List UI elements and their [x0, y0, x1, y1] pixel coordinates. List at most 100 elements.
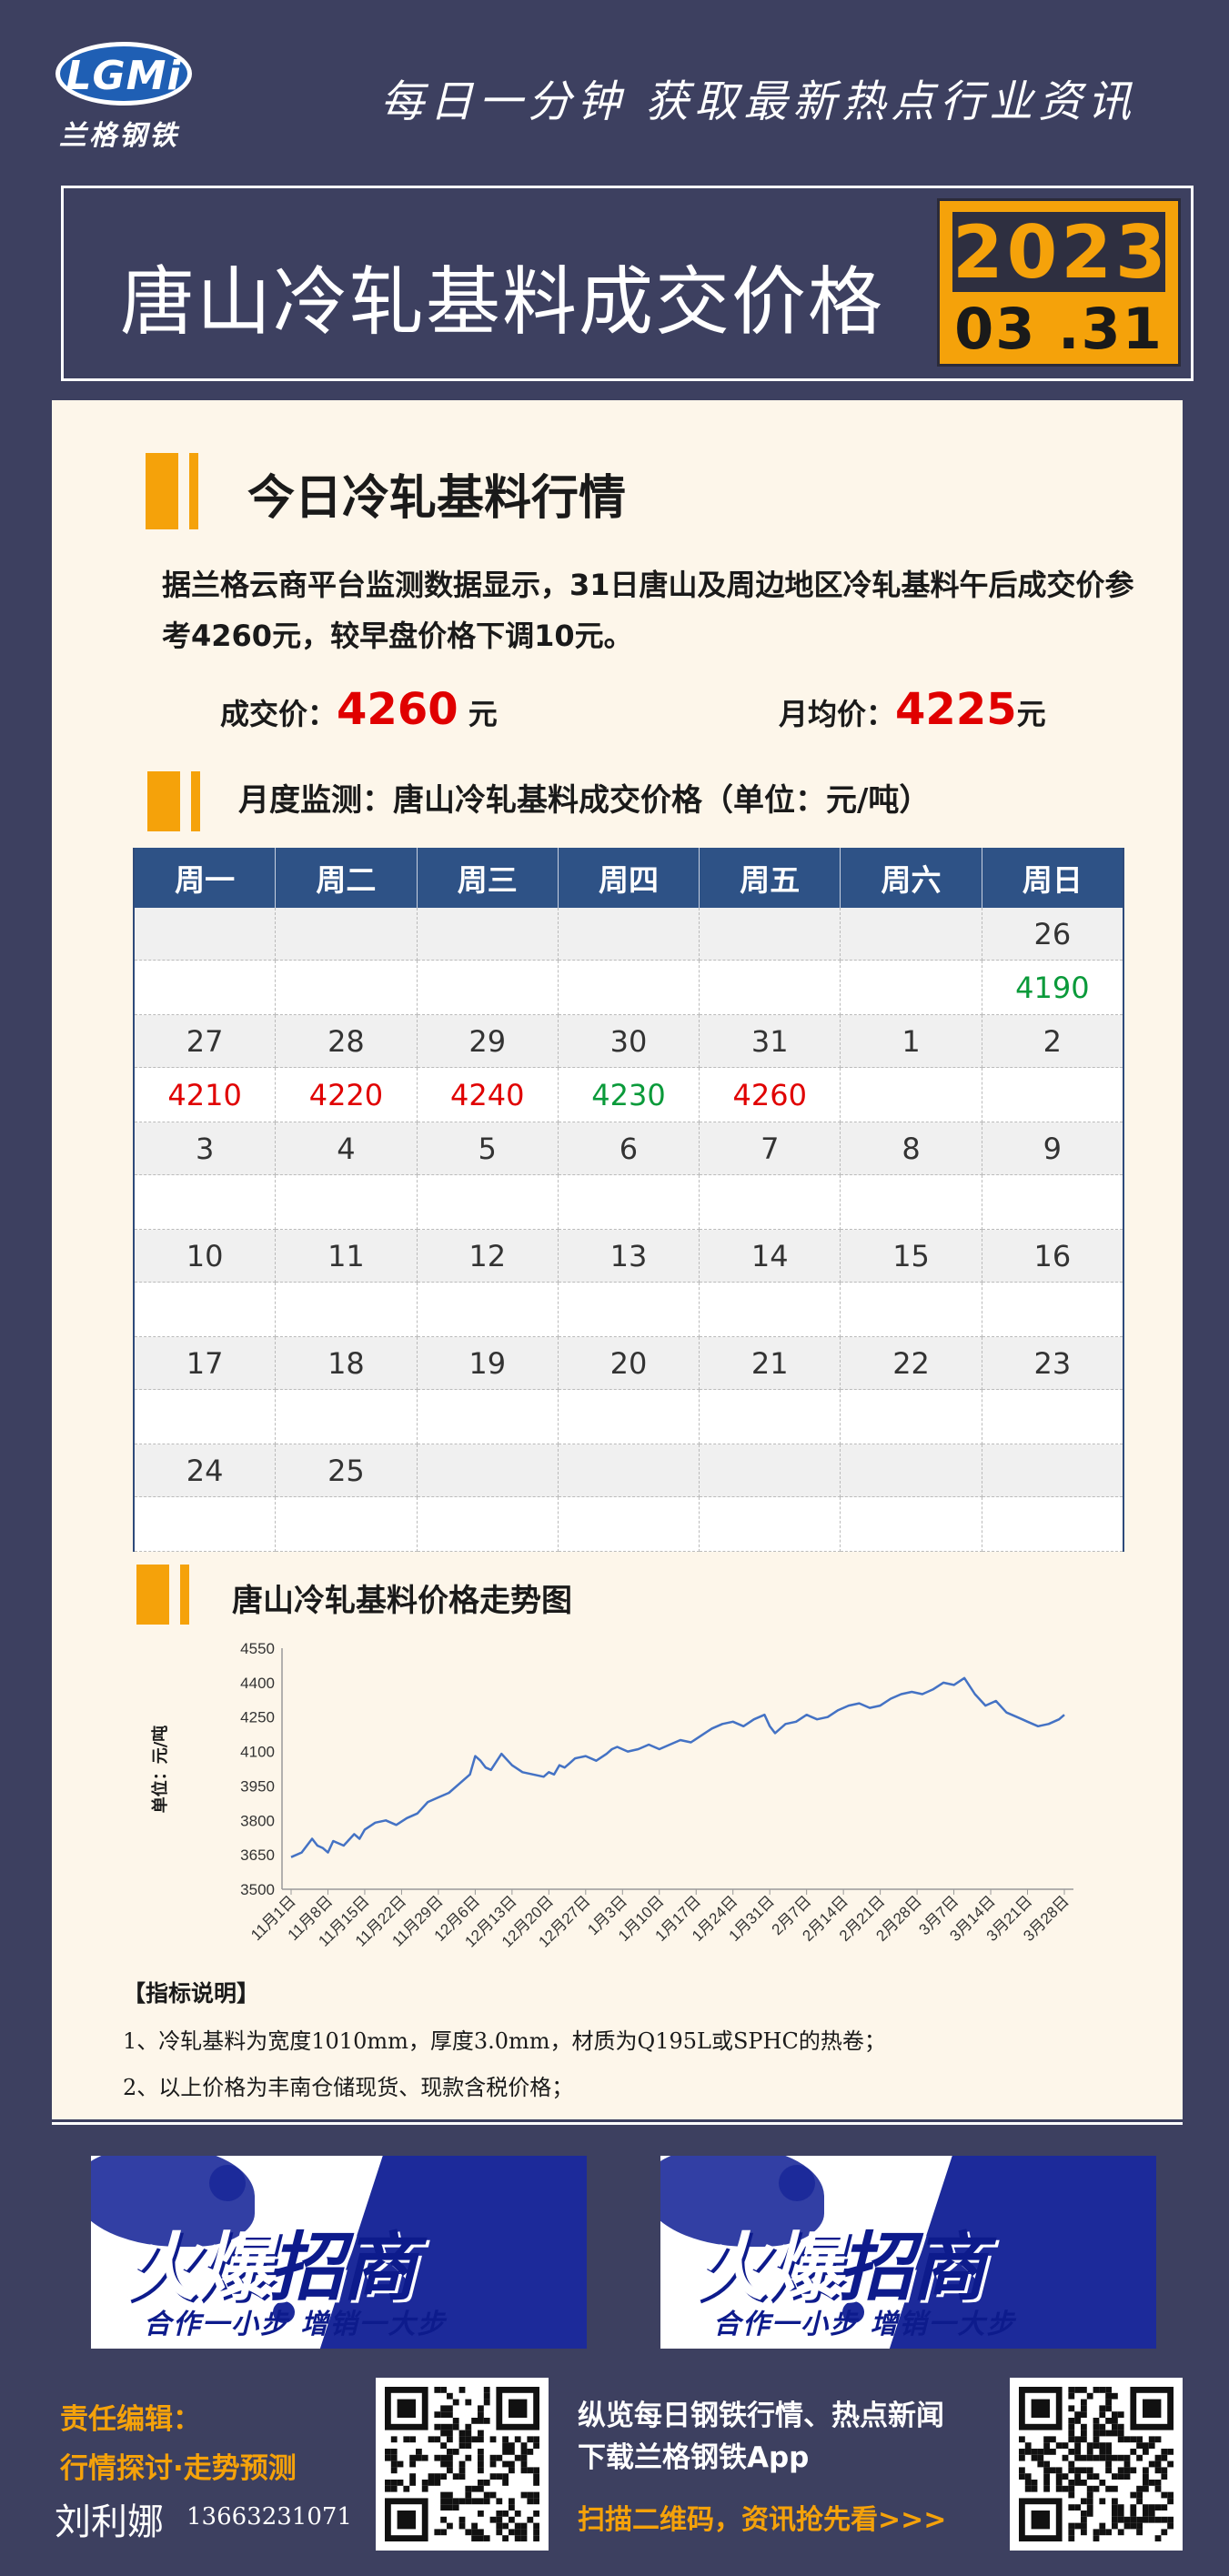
- calendar-date-cell: [700, 908, 841, 961]
- promo-banner-left[interactable]: 火爆招商 合作一小步 增销一大步: [91, 2156, 587, 2349]
- section-marker-icon: [147, 771, 207, 831]
- calendar-date-cell: 4: [276, 1122, 418, 1175]
- summary-paragraph: 据兰格云商平台监测数据显示，31日唐山及周边地区冷轧基料午后成交价参考4260元…: [162, 568, 1134, 653]
- topic-label: 行情探讨·走势预测: [60, 2452, 297, 2485]
- banner-title-a: 火爆: [693, 2225, 841, 2311]
- calendar-price-cell: [417, 961, 559, 1015]
- weekday-header: 周一: [135, 848, 277, 908]
- weekday-header: 周三: [418, 848, 559, 908]
- footer-line-scan: 扫描二维码，资讯抢先看>>>: [578, 2504, 947, 2536]
- calendar-date-cell: 6: [558, 1122, 700, 1175]
- promo-banner-right[interactable]: 火爆招商 合作一小步 增销一大步: [660, 2156, 1156, 2349]
- calendar-date-cell: 29: [417, 1015, 559, 1068]
- calendar-date-cell: 9: [982, 1122, 1123, 1175]
- logo-text: LGMi: [65, 53, 182, 99]
- calendar-price-cell: [417, 1390, 559, 1444]
- deal-price: 成交价：4260 元: [220, 684, 498, 735]
- calendar-date-row: 17 18 19 20 21 22 23: [135, 1337, 1123, 1390]
- calendar-price-row: 4190: [135, 961, 1123, 1015]
- calendar-price-cell: [841, 1283, 982, 1337]
- page-title: 唐山冷轧基料成交价格: [120, 259, 885, 346]
- calendar-price-cell: 4190: [982, 961, 1123, 1015]
- calendar-date-cell: 15: [841, 1230, 982, 1283]
- price-line: [290, 1676, 1065, 1858]
- deal-price-label: 成交价：: [220, 697, 337, 731]
- calendar-price-cell: [982, 1283, 1123, 1337]
- calendar-price-cell: [841, 1390, 982, 1444]
- chart-heading: 唐山冷轧基料价格走势图: [232, 1583, 572, 1619]
- average-price: 月均价：4225元: [779, 684, 1046, 735]
- deal-price-value: 4260: [337, 684, 458, 735]
- calendar-price-cell: [558, 1283, 700, 1337]
- logo-company-name: 兰格钢铁: [59, 120, 179, 152]
- editor-name: 刘利娜: [55, 2501, 164, 2543]
- date-badge: 2023 03 .31: [937, 198, 1181, 367]
- notes-section: 【指标说明】 1、冷轧基料为宽度1010mm，厚度3.0mm，材质为Q195L或…: [123, 1976, 886, 2116]
- summary-heading: 今日冷轧基料行情: [247, 471, 627, 526]
- editor-label: 责任编辑：: [60, 2403, 201, 2436]
- calendar-date-cell: 1: [841, 1015, 982, 1068]
- calendar-date-cell: 31: [700, 1015, 841, 1068]
- price-calendar: 周一 周二 周三 周四 周五 周六 周日 26 4190 27 28 29 30 31 1 2 4210 422…: [133, 848, 1124, 1552]
- weekday-header: 周四: [559, 848, 700, 908]
- calendar-date-row: 24 25: [135, 1444, 1123, 1497]
- weekday-header: 周日: [1022, 862, 1083, 898]
- calendar-price-cell: [417, 1497, 559, 1552]
- calendar-price-cell: [558, 961, 700, 1015]
- calendar-date-cell: [417, 908, 559, 961]
- footer-line-news: 纵览每日钢铁行情、热点新闻: [578, 2400, 944, 2432]
- calendar-date-cell: [700, 1444, 841, 1497]
- banner-title-a: 火爆: [124, 2225, 271, 2311]
- calendar-date-cell: 24: [135, 1444, 277, 1497]
- calendar-date-cell: 30: [558, 1015, 700, 1068]
- banner-title: 火爆招商: [124, 2207, 417, 2315]
- calendar-date-cell: 5: [417, 1122, 559, 1175]
- calendar-date-cell: [558, 1444, 700, 1497]
- calendar-date-cell: 22: [841, 1337, 982, 1390]
- calendar-price-row: [135, 1390, 1123, 1444]
- y-tick-label: 4100: [240, 1744, 275, 1761]
- section-marker-icon: [146, 453, 200, 529]
- calendar-price-cell: [700, 1283, 841, 1337]
- calendar-date-cell: 18: [276, 1337, 418, 1390]
- calendar-price-cell: 4220: [276, 1068, 418, 1122]
- weekday-header: 周二: [276, 848, 418, 908]
- calendar-price-cell: [417, 1175, 559, 1230]
- calendar-date-cell: 27: [135, 1015, 277, 1068]
- banner-title-b: 招商: [839, 2225, 986, 2311]
- calendar-date-cell: 14: [700, 1230, 841, 1283]
- price-trend-chart: 3500365038003950410042504400455011月1日11月…: [150, 1640, 1073, 1951]
- calendar-price-cell: [982, 1068, 1123, 1122]
- calendar-date-cell: 28: [276, 1015, 418, 1068]
- qr-code-icon[interactable]: [376, 2378, 549, 2551]
- section-marker-icon: [136, 1565, 196, 1625]
- qr-code-icon[interactable]: [1010, 2378, 1183, 2551]
- calendar-price-cell: [700, 1390, 841, 1444]
- calendar-date-cell: 20: [558, 1337, 700, 1390]
- calendar-price-cell: [276, 961, 418, 1015]
- calendar-price-cell: [841, 1497, 982, 1552]
- calendar-price-cell: [276, 1497, 418, 1552]
- date-year: 2023: [952, 210, 1170, 295]
- y-tick-label: 3800: [240, 1812, 275, 1829]
- calendar-price-cell: [276, 1175, 418, 1230]
- calendar-date-row: 3456789: [135, 1122, 1123, 1175]
- y-tick-label: 3950: [240, 1777, 275, 1795]
- y-tick-label: 4400: [240, 1675, 275, 1692]
- y-tick-label: 3650: [240, 1846, 275, 1864]
- calendar-date-cell: [982, 1444, 1123, 1497]
- y-tick-label: 4250: [240, 1709, 275, 1726]
- calendar-date-cell: 10: [135, 1230, 277, 1283]
- calendar-price-cell: [417, 1283, 559, 1337]
- card-divider: [52, 2122, 1183, 2125]
- calendar-date-cell: 12: [417, 1230, 559, 1283]
- weekday-header: 周六: [841, 848, 982, 908]
- calendar-date-row: 10 11 12 13 14 15 16: [135, 1230, 1123, 1283]
- notes-item: 2、以上价格为丰南仓储现货、现款含税价格；: [123, 2075, 574, 2100]
- calendar-price-cell: 4260: [700, 1068, 841, 1122]
- average-price-value: 4225: [895, 684, 1017, 735]
- calendar-date-cell: 7: [700, 1122, 841, 1175]
- calendar-date-cell: 19: [417, 1337, 559, 1390]
- calendar-price-cell: [841, 1175, 982, 1230]
- calendar-date-cell: 17: [135, 1337, 277, 1390]
